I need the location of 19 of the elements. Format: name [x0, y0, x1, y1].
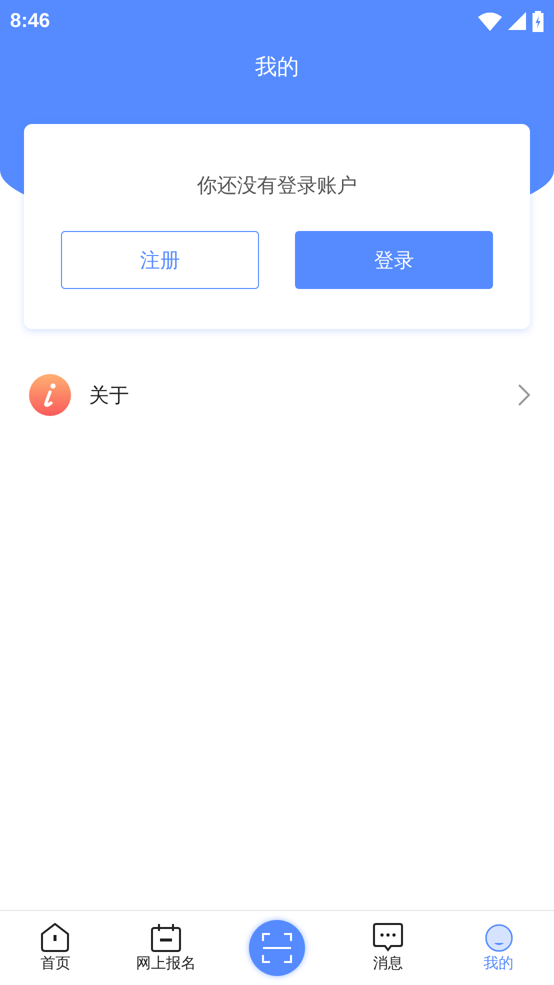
info-icon: [29, 374, 71, 416]
chevron-icon: [518, 384, 530, 406]
face-icon: [484, 924, 513, 952]
login-message: 你还没有登录账户: [197, 172, 357, 199]
scan-icon: [262, 933, 292, 963]
nav-tab[interactable]: 网上报名: [110, 923, 222, 973]
house-icon: [40, 923, 70, 952]
calendar-icon: [151, 923, 182, 952]
nav-tab[interactable]: 消息: [332, 923, 444, 973]
nav-tab[interactable]: 首页: [0, 923, 111, 973]
wifi-icon: [478, 12, 502, 30]
menu-item[interactable]: 关于: [0, 373, 554, 417]
signal-icon: [508, 12, 526, 30]
battery-icon: [532, 10, 544, 32]
page-title: 我的: [255, 54, 299, 82]
scan-button[interactable]: [248, 920, 305, 976]
status-time: 8:46: [10, 10, 50, 32]
menu-label: 关于: [89, 382, 130, 408]
chat-icon: [372, 923, 403, 952]
